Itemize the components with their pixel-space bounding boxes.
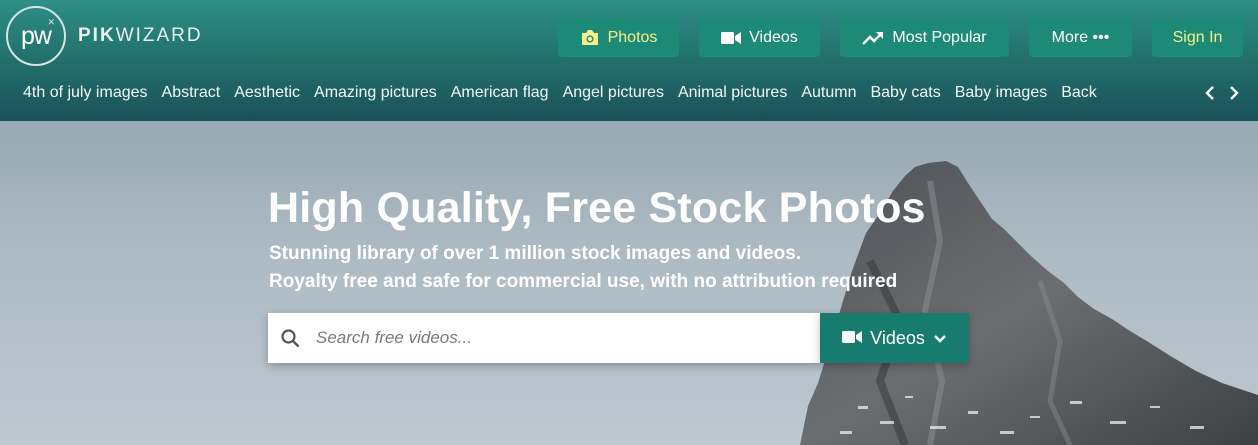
search-bar <box>268 313 820 363</box>
logo-name-bold: PIK <box>78 25 116 46</box>
logo[interactable]: pw ✕ PIKWIZARD <box>6 6 203 66</box>
trending-icon <box>862 31 884 45</box>
category-link[interactable]: American flag <box>451 82 549 104</box>
chevron-down-icon <box>933 328 947 349</box>
category-link[interactable]: Aesthetic <box>234 82 300 104</box>
nav-more-button[interactable]: More ••• <box>1029 18 1132 57</box>
sign-in-button[interactable]: Sign In <box>1152 18 1243 57</box>
logo-wordmark: PIKWIZARD <box>78 25 203 47</box>
sign-in-label: Sign In <box>1172 28 1223 46</box>
category-link[interactable]: Autumn <box>801 82 856 104</box>
hero-subtitle: Stunning library of over 1 million stock… <box>269 243 802 264</box>
nav-most-popular-button[interactable]: Most Popular <box>840 18 1009 57</box>
category-link[interactable]: Abstract <box>162 82 221 104</box>
media-type-label: Videos <box>870 327 925 348</box>
chevron-right-icon[interactable] <box>1225 82 1243 104</box>
video-camera-icon <box>721 31 742 45</box>
search-input[interactable] <box>316 318 796 358</box>
nav-most-popular-label: Most Popular <box>892 28 987 46</box>
category-link[interactable]: Baby cats <box>870 82 940 104</box>
video-camera-icon <box>842 328 863 349</box>
chevron-left-icon[interactable] <box>1201 82 1219 104</box>
logo-name-rest: WIZARD <box>115 25 203 46</box>
category-link[interactable]: Baby images <box>955 82 1048 104</box>
sparkle-icon: ✕ <box>47 17 54 27</box>
hero-title: High Quality, Free Stock Photos <box>268 184 926 232</box>
category-link[interactable]: 4th of july images <box>23 82 148 104</box>
top-header: pw ✕ PIKWIZARD Photos Videos Most Popula… <box>0 0 1258 121</box>
nav-videos-button[interactable]: Videos <box>699 18 820 57</box>
nav-more-label: More ••• <box>1051 28 1110 46</box>
nav-photos-label: Photos <box>607 28 658 46</box>
category-link[interactable]: Angel pictures <box>563 82 664 104</box>
category-link[interactable]: Animal pictures <box>678 82 787 104</box>
camera-icon <box>580 29 600 46</box>
category-link[interactable]: Back <box>1061 82 1097 104</box>
category-link[interactable]: Amazing pictures <box>314 82 437 104</box>
search-icon[interactable] <box>281 328 300 348</box>
media-type-dropdown[interactable]: Videos <box>820 313 969 363</box>
logo-mark: pw ✕ <box>6 6 66 66</box>
hero-subtitle-2: Royalty free and safe for commercial use… <box>269 271 898 292</box>
nav-videos-label: Videos <box>749 28 798 46</box>
nav-photos-button[interactable]: Photos <box>558 18 679 57</box>
category-bar: 4th of july images Abstract Aesthetic Am… <box>23 82 1183 104</box>
